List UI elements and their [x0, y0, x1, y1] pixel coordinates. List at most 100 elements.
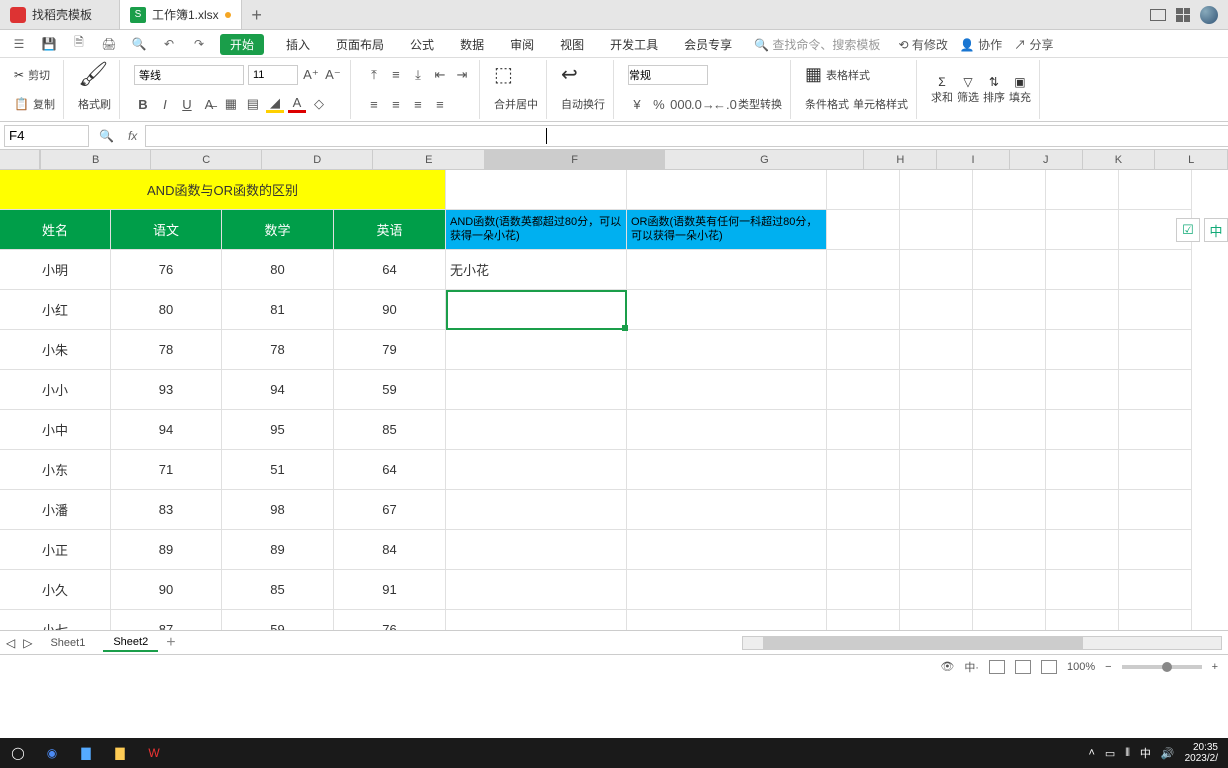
horizontal-scrollbar[interactable] [742, 636, 1222, 650]
cell-chinese[interactable]: 80 [111, 290, 222, 330]
align-left-icon[interactable]: ≡ [365, 95, 383, 113]
cell-math[interactable]: 85 [222, 570, 334, 610]
cell-or[interactable] [627, 250, 827, 290]
italic-button[interactable]: I [156, 95, 174, 113]
cell[interactable] [827, 450, 900, 490]
cell-chinese[interactable]: 94 [111, 410, 222, 450]
cell[interactable] [1119, 250, 1192, 290]
cell[interactable] [1119, 370, 1192, 410]
scrollbar-thumb[interactable] [763, 637, 1083, 649]
menu-dev[interactable]: 开发工具 [606, 34, 662, 55]
cell[interactable] [973, 570, 1046, 610]
border-button[interactable]: ▦ [222, 95, 240, 113]
cell[interactable] [1046, 610, 1119, 630]
new-tab-button[interactable]: + [242, 0, 272, 29]
align-right-icon[interactable]: ≡ [409, 95, 427, 113]
underline-button[interactable]: U [178, 95, 196, 113]
cell-name[interactable]: 小中 [0, 410, 111, 450]
col-C[interactable]: C [151, 150, 262, 170]
print-icon[interactable]: 🖨 [100, 35, 118, 53]
has-changes-button[interactable]: ⟲ 有修改 [898, 36, 947, 53]
cell-and[interactable] [446, 410, 627, 450]
hdr-english[interactable]: 英语 [334, 210, 446, 250]
bold-button[interactable]: B [134, 95, 152, 113]
undo-icon[interactable]: ↶ [160, 35, 178, 53]
cell-math[interactable]: 94 [222, 370, 334, 410]
lang-icon[interactable]: 中· [964, 659, 979, 675]
preview-icon[interactable]: 🔍 [130, 35, 148, 53]
title-cell[interactable]: AND函数与OR函数的区别 [0, 170, 446, 210]
cell[interactable] [973, 490, 1046, 530]
sheet-nav-prev-icon[interactable]: ◁ [6, 636, 15, 650]
cell[interactable] [1119, 170, 1192, 210]
cell[interactable] [900, 170, 973, 210]
font-size-select[interactable] [248, 65, 298, 85]
cell[interactable] [973, 170, 1046, 210]
cell-chinese[interactable]: 76 [111, 250, 222, 290]
cell-chinese[interactable]: 93 [111, 370, 222, 410]
col-J[interactable]: J [1010, 150, 1083, 170]
strike-button[interactable]: A̶ [200, 95, 218, 113]
window-layout-icon[interactable] [1150, 9, 1166, 21]
cell[interactable] [1046, 250, 1119, 290]
hdr-or[interactable]: OR函数(语数英有任何一科超过80分，可以获得一朵小花) [627, 210, 827, 250]
cell-or[interactable] [627, 330, 827, 370]
justify-icon[interactable]: ≡ [431, 95, 449, 113]
col-K[interactable]: K [1083, 150, 1156, 170]
decrease-font-icon[interactable]: A⁻ [324, 66, 342, 84]
percent-icon[interactable]: % [650, 95, 668, 113]
tray-battery-icon[interactable]: ▭ [1105, 747, 1115, 760]
menu-data[interactable]: 数据 [456, 34, 488, 55]
cell-name[interactable]: 小久 [0, 570, 111, 610]
align-center-icon[interactable]: ≡ [387, 95, 405, 113]
hdr-math[interactable]: 数学 [222, 210, 334, 250]
sheet-tab-2[interactable]: Sheet2 [103, 634, 158, 652]
cell-name[interactable]: 小朱 [0, 330, 111, 370]
sheet-nav-next-icon[interactable]: ▷ [23, 636, 32, 650]
condfmt-label[interactable]: 条件格式 [805, 96, 849, 112]
cut-icon[interactable]: ✂ [14, 68, 24, 82]
currency-icon[interactable]: ¥ [628, 95, 646, 113]
cell[interactable] [1046, 170, 1119, 210]
menu-member[interactable]: 会员专享 [680, 34, 736, 55]
indent-dec-icon[interactable]: ⇤ [431, 66, 449, 84]
cell-english[interactable]: 76 [334, 610, 446, 630]
collab-button[interactable]: 👤 协作 [960, 36, 1002, 53]
cell-math[interactable]: 59 [222, 610, 334, 630]
wps-icon[interactable]: W [140, 741, 168, 765]
cell[interactable] [1119, 410, 1192, 450]
cell[interactable] [827, 170, 900, 210]
menu-layout[interactable]: 页面布局 [332, 34, 388, 55]
cell[interactable] [900, 610, 973, 630]
cell[interactable] [1046, 370, 1119, 410]
cell-or[interactable] [627, 490, 827, 530]
thousands-icon[interactable]: 000 [672, 95, 690, 113]
cell-or[interactable] [627, 290, 827, 330]
taskbar-clock[interactable]: 20:352023/2/ [1185, 742, 1218, 764]
search-fx-icon[interactable]: 🔍 [93, 129, 120, 143]
cell-name[interactable]: 小小 [0, 370, 111, 410]
cell-english[interactable]: 84 [334, 530, 446, 570]
explorer-icon[interactable]: ▇ [106, 741, 134, 765]
tray-ime-icon[interactable]: 中 [1140, 745, 1151, 761]
lang-cn-icon[interactable]: 中 [1204, 218, 1228, 242]
cell[interactable] [900, 530, 973, 570]
cell-math[interactable]: 78 [222, 330, 334, 370]
cell[interactable] [1046, 530, 1119, 570]
fx-icon[interactable]: fx [120, 129, 145, 143]
cell-name[interactable]: 小明 [0, 250, 111, 290]
tab-template[interactable]: 找稻壳模板 [0, 0, 120, 29]
add-sheet-button[interactable]: + [166, 634, 175, 652]
col-I[interactable]: I [937, 150, 1010, 170]
tray-volume-icon[interactable]: 🔊 [1161, 747, 1175, 760]
cell[interactable] [827, 610, 900, 630]
cell-math[interactable]: 95 [222, 410, 334, 450]
cell[interactable] [1046, 330, 1119, 370]
share-button[interactable]: ↗ 分享 [1014, 36, 1053, 53]
cell-english[interactable]: 79 [334, 330, 446, 370]
menu-icon[interactable]: ☰ [10, 35, 28, 53]
cell-and[interactable] [446, 330, 627, 370]
cell-and[interactable]: 无小花 [446, 250, 627, 290]
cellstyle-label[interactable]: 单元格样式 [853, 96, 908, 112]
align-bottom-icon[interactable]: ⤓ [409, 66, 427, 84]
